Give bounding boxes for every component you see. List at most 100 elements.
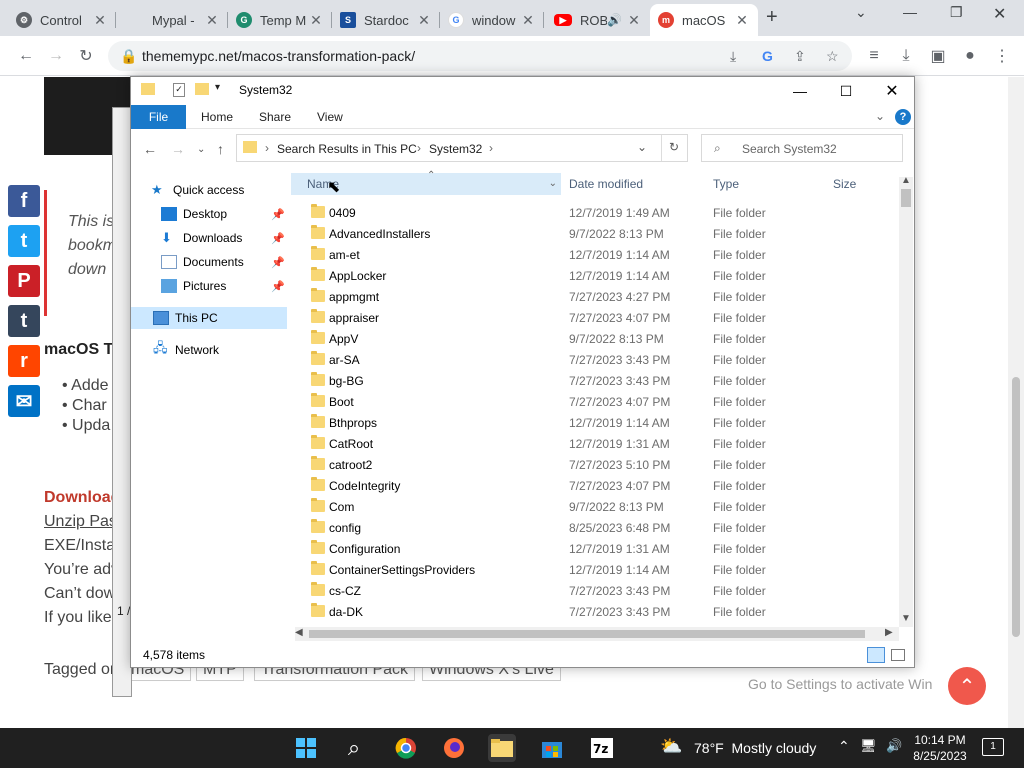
nav-network[interactable]: 🖧 Network [153, 339, 301, 361]
restore-icon[interactable]: ❐ [950, 4, 963, 21]
bookmark-star-icon[interactable]: ☆ [826, 48, 839, 65]
help-icon[interactable]: ? [895, 109, 911, 125]
lock-icon[interactable]: 🔒 [120, 48, 137, 65]
file-row[interactable]: Com 9/7/2022 8:13 PM File folder [305, 497, 885, 518]
vertical-scrollbar[interactable]: ▲ ▼ [899, 175, 913, 627]
downloads-icon[interactable]: ⤓ [894, 44, 918, 68]
nav-quick-access[interactable]: ★ Quick access [151, 179, 299, 201]
minimize-icon[interactable]: — [903, 4, 917, 20]
firefox-icon[interactable] [440, 734, 468, 762]
nav-pictures[interactable]: Pictures 📌 [161, 275, 289, 297]
quick-access-dropdown-icon[interactable]: ▾ [215, 82, 220, 93]
file-row[interactable]: AppV 9/7/2022 8:13 PM File folder [305, 329, 885, 350]
page-scrollbar[interactable] [1008, 77, 1024, 728]
twitter-icon[interactable]: t [8, 225, 40, 257]
file-row[interactable]: da-DK 7/27/2023 3:43 PM File folder [305, 602, 885, 623]
minimize-icon[interactable]: — [777, 77, 823, 105]
file-row[interactable]: AppLocker 12/7/2019 1:14 AM File folder [305, 266, 885, 287]
recent-locations-icon[interactable]: ⌄ [197, 144, 205, 155]
tab-file[interactable]: File [131, 105, 186, 129]
file-row[interactable]: am-et 12/7/2019 1:14 AM File folder [305, 245, 885, 266]
close-tab-icon[interactable]: ✕ [520, 12, 536, 29]
scroll-down-icon[interactable]: ▼ [901, 613, 911, 624]
file-row[interactable]: ContainerSettingsProviders 12/7/2019 1:14… [305, 560, 885, 581]
weather-icon[interactable]: ⛅ [660, 736, 682, 757]
side-panel-icon[interactable]: ▣ [926, 44, 950, 68]
close-tab-icon[interactable]: ✕ [416, 12, 432, 29]
scroll-thumb[interactable] [901, 189, 911, 207]
back-icon[interactable]: ← [14, 44, 38, 68]
forward-icon[interactable]: → [44, 44, 68, 68]
tab-home[interactable]: Home [191, 105, 243, 129]
install-icon[interactable]: ⤓ [730, 48, 736, 65]
tab-share[interactable]: Share [249, 105, 301, 129]
reddit-icon[interactable]: r [8, 345, 40, 377]
close-tab-icon[interactable]: ✕ [626, 12, 642, 29]
unzip-link[interactable]: Unzip Pas [44, 513, 117, 531]
file-row[interactable]: catroot2 7/27/2023 5:10 PM File folder [305, 455, 885, 476]
pin-icon[interactable]: 📌 [271, 208, 285, 221]
store-icon[interactable] [538, 734, 566, 762]
forward-icon[interactable]: → [171, 141, 185, 157]
browser-tab[interactable]: Mypal - ✕ [120, 4, 228, 36]
column-header-type[interactable]: Type [707, 173, 823, 195]
pin-icon[interactable]: 📌 [271, 256, 285, 269]
search-icon[interactable]: ⌕ [340, 734, 368, 762]
horizontal-scrollbar[interactable]: ◀ ▶ [295, 627, 899, 641]
system-clock[interactable]: 10:14 PM 8/25/2023 [912, 732, 968, 764]
breadcrumb-search-results[interactable]: Search Results in This PC [277, 142, 417, 156]
address-dropdown-icon[interactable]: ⌄ [637, 140, 647, 154]
tumblr-icon[interactable]: t [8, 305, 40, 337]
file-row[interactable]: Configuration 12/7/2019 1:31 AM File folde… [305, 539, 885, 560]
address-box[interactable]: › Search Results in This PC › System32 ›… [236, 134, 688, 162]
browser-tab-active[interactable]: m macOS ✕ [650, 4, 758, 36]
tab-view[interactable]: View [307, 105, 353, 129]
chrome-icon[interactable] [392, 734, 420, 762]
file-row[interactable]: CodeIntegrity 7/27/2023 4:07 PM File folde… [305, 476, 885, 497]
file-row[interactable]: 0409 12/7/2019 1:49 AM File folder [305, 203, 885, 224]
nav-documents[interactable]: Documents 📌 [161, 251, 289, 273]
email-icon[interactable]: ✉ [8, 385, 40, 417]
close-icon[interactable]: ✕ [869, 77, 915, 105]
facebook-icon[interactable]: f [8, 185, 40, 217]
nav-this-pc[interactable]: This PC [131, 307, 287, 329]
file-row[interactable]: appraiser 7/27/2023 4:07 PM File folder [305, 308, 885, 329]
maximize-icon[interactable]: ☐ [823, 77, 869, 105]
file-explorer-icon[interactable] [488, 734, 516, 762]
pin-icon[interactable]: 📌 [271, 280, 285, 293]
browser-tab[interactable]: ⚙ Control ✕ [8, 4, 116, 36]
scroll-right-icon[interactable]: ▶ [885, 627, 893, 638]
up-icon[interactable]: ↑ [217, 141, 224, 157]
browser-tab[interactable]: Gwindow ✕ [440, 4, 544, 36]
scroll-up-icon[interactable]: ▲ [901, 175, 911, 186]
profile-icon[interactable]: ● [958, 44, 982, 68]
network-icon[interactable]: 🖥 [860, 738, 877, 754]
nav-desktop[interactable]: Desktop 📌 [161, 203, 289, 225]
pin-icon[interactable]: 📌 [271, 232, 285, 245]
file-row[interactable]: AdvancedInstallers 9/7/2022 8:13 PM File f… [305, 224, 885, 245]
browser-tab[interactable]: S Stardoc ✕ [332, 4, 440, 36]
close-tab-icon[interactable]: ✕ [92, 12, 108, 29]
properties-icon[interactable]: ✓ [173, 83, 185, 97]
share-icon[interactable]: ⇪ [794, 48, 806, 65]
reload-icon[interactable]: ↻ [74, 44, 98, 68]
search-input[interactable]: ⌕ Search System32 [701, 134, 903, 162]
new-tab-icon[interactable]: + [766, 6, 778, 29]
column-header-date[interactable]: Date modified [563, 173, 703, 195]
weather-widget[interactable]: 78°F Mostly cloudy [694, 740, 816, 756]
close-tab-icon[interactable]: ✕ [204, 12, 220, 29]
start-icon[interactable] [292, 734, 320, 762]
scroll-left-icon[interactable]: ◀ [295, 627, 303, 638]
refresh-icon[interactable]: ↻ [669, 140, 679, 154]
notification-center-icon[interactable]: 1 [982, 738, 1004, 756]
7zip-icon[interactable]: 7z [588, 734, 616, 762]
details-view-icon[interactable] [867, 647, 885, 663]
file-row[interactable]: ar-SA 7/27/2023 3:43 PM File folder [305, 350, 885, 371]
file-row[interactable]: Boot 7/27/2023 4:07 PM File folder [305, 392, 885, 413]
expand-ribbon-icon[interactable]: ⌄ [875, 109, 885, 123]
browser-tab[interactable]: ▶ ROB 🔊 ✕ [546, 4, 650, 36]
file-row[interactable]: Bthprops 12/7/2019 1:14 AM File folder [305, 413, 885, 434]
close-tab-icon[interactable]: ✕ [308, 12, 324, 29]
file-row[interactable]: CatRoot 12/7/2019 1:31 AM File folder [305, 434, 885, 455]
column-header-size[interactable]: Size [827, 173, 907, 195]
